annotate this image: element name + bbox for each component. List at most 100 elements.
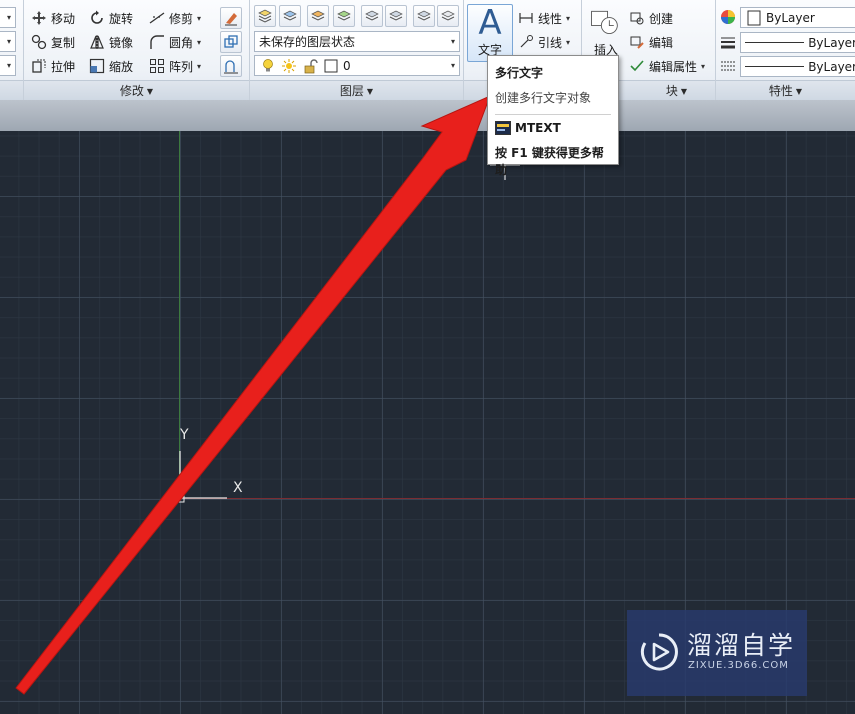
sun-icon [280, 57, 298, 75]
leader-icon [517, 33, 535, 51]
explode-icon [224, 35, 238, 48]
insert-block-button[interactable]: 插入 [588, 6, 624, 58]
array-tool[interactable]: 阵列 ▾ [148, 56, 201, 76]
ucs-y-label: Y [180, 427, 189, 443]
edit-attributes-tool[interactable]: 编辑属性 ▾ [628, 56, 705, 76]
layers-panel: 未保存的图层状态 ▾ 0 ▾ 图层 ▼ [250, 0, 464, 100]
layer-state-value: 未保存的图层状态 [259, 35, 356, 49]
watermark-name: 溜溜自学 [687, 631, 796, 660]
layer-isolate-icon [365, 10, 379, 21]
layer-tool-2-button[interactable] [279, 5, 301, 27]
block-panel-title-label: 块 [665, 84, 678, 98]
edit-attributes-dropdown-icon[interactable]: ▾ [701, 62, 705, 71]
layer-state-dropdown-icon: ▾ [450, 37, 455, 46]
fillet-tool[interactable]: 圆角 ▾ [148, 32, 201, 52]
layer-tool-4-button[interactable] [333, 5, 355, 27]
modify-panel-title[interactable]: 修改 ▼ [24, 80, 249, 100]
array-dropdown-icon[interactable]: ▾ [197, 62, 201, 71]
erase-button[interactable] [220, 7, 242, 29]
leader-tool[interactable]: 引线 ▾ [517, 32, 570, 52]
linear-dimension-tool[interactable]: 线性 ▾ [517, 8, 570, 28]
text-icon: A [478, 3, 502, 43]
tooltip-help: 按 F1 键获得更多帮助 [495, 146, 604, 177]
lineweight-icon [720, 36, 736, 50]
modify-panel: 移动 旋转 修剪 ▾ 复制 镜像 圆角 ▾ 拉伸 缩放 阵列 ▾ 修改 ▼ [24, 0, 250, 100]
linear-dimension-dropdown-icon[interactable]: ▾ [566, 14, 570, 23]
edit-block-tool[interactable]: 编辑 [628, 32, 673, 52]
lineweight-value: ByLayer [808, 35, 855, 50]
ribbon: ▾ ▾ ▾ 移动 旋转 修剪 ▾ 复制 镜像 圆角 ▾ 拉伸 缩放 阵列 ▾ 修… [0, 0, 855, 100]
trim-tool[interactable]: 修剪 ▾ [148, 8, 201, 28]
rotate-icon [88, 9, 106, 27]
draw-partial-dropdown-1[interactable]: ▾ [0, 7, 16, 28]
layer-stack-icon [283, 10, 297, 21]
layer-tool-3-button[interactable] [307, 5, 329, 27]
color-wheel-icon [720, 9, 736, 25]
mirror-tool[interactable]: 镜像 [88, 32, 133, 52]
properties-panel-title[interactable]: 特性 ▼ [716, 80, 855, 100]
offset-button[interactable] [220, 55, 242, 77]
layer-unisolate-icon [389, 10, 403, 21]
mirror-label: 镜像 [109, 35, 134, 50]
layer-properties-button[interactable] [254, 5, 276, 27]
layer-freeze-icon [417, 10, 431, 21]
move-label: 移动 [51, 11, 76, 26]
tooltip-title: 多行文字 [495, 66, 544, 80]
create-block-label: 创建 [649, 11, 674, 26]
draw-panel-partial: ▾ ▾ ▾ [0, 0, 24, 100]
watermark: 溜溜自学 ZIXUE.3D66.COM [627, 610, 807, 696]
insert-block-icon [591, 10, 618, 34]
edit-attributes-label: 编辑属性 [649, 59, 698, 74]
play-logo-icon [640, 633, 678, 671]
scale-tool[interactable]: 缩放 [88, 56, 133, 76]
layer-tool-8-button[interactable] [437, 5, 459, 27]
current-layer-value: 0 [343, 58, 351, 73]
layer-tool-5-button[interactable] [361, 5, 383, 27]
linetype-value: ByLayer [808, 59, 855, 74]
stretch-tool[interactable]: 拉伸 [30, 56, 75, 76]
stretch-icon [30, 57, 48, 75]
edit-attributes-icon [628, 57, 646, 75]
move-tool[interactable]: 移动 [30, 8, 75, 28]
linear-dimension-icon [517, 9, 535, 27]
tooltip-command-name: MTEXT [515, 121, 561, 135]
current-layer-dropdown[interactable]: 0 ▾ [254, 55, 460, 76]
scale-icon [88, 57, 106, 75]
file-tab-strip [0, 100, 855, 131]
draw-partial-dropdown-2[interactable]: ▾ [0, 31, 16, 52]
layer-previous-icon [337, 10, 351, 21]
fillet-label: 圆角 [169, 35, 194, 50]
layer-match-icon [311, 10, 325, 21]
draw-panel-title [0, 80, 23, 100]
properties-panel: ByLayer ByLayer ByLayer 特性 ▼ [716, 0, 855, 100]
text-button[interactable]: A 文字 [467, 3, 513, 62]
linetype-sample-line [745, 66, 805, 67]
layer-color-swatch-icon [322, 57, 340, 75]
tooltip-command: MTEXT [495, 121, 611, 135]
layer-tool-7-button[interactable] [413, 5, 435, 27]
copy-icon [30, 33, 48, 51]
layer-state-dropdown[interactable]: 未保存的图层状态 ▾ [254, 31, 460, 52]
color-dropdown[interactable]: ByLayer [740, 7, 855, 28]
mirror-icon [88, 33, 106, 51]
explode-button[interactable] [220, 31, 242, 53]
lineweight-dropdown[interactable]: ByLayer [740, 32, 855, 53]
copy-tool[interactable]: 复制 [30, 32, 75, 52]
draw-partial-dropdown-3[interactable]: ▾ [0, 55, 16, 76]
linetype-dropdown[interactable]: ByLayer [740, 56, 855, 77]
leader-label: 引线 [538, 35, 563, 50]
trim-label: 修剪 [169, 11, 194, 26]
layer-properties-icon [258, 9, 272, 23]
linetype-icon [720, 60, 736, 74]
fillet-dropdown-icon[interactable]: ▾ [197, 38, 201, 47]
block-expand-icon: ▼ [680, 87, 688, 96]
scale-label: 缩放 [109, 59, 134, 74]
lineweight-sample-line [745, 42, 805, 43]
rotate-tool[interactable]: 旋转 [88, 8, 133, 28]
trim-dropdown-icon[interactable]: ▾ [197, 14, 201, 23]
leader-dropdown-icon[interactable]: ▾ [566, 38, 570, 47]
layer-tool-6-button[interactable] [385, 5, 407, 27]
layers-panel-title[interactable]: 图层 ▼ [250, 80, 463, 100]
create-block-tool[interactable]: 创建 [628, 8, 673, 28]
edit-block-icon [628, 33, 646, 51]
